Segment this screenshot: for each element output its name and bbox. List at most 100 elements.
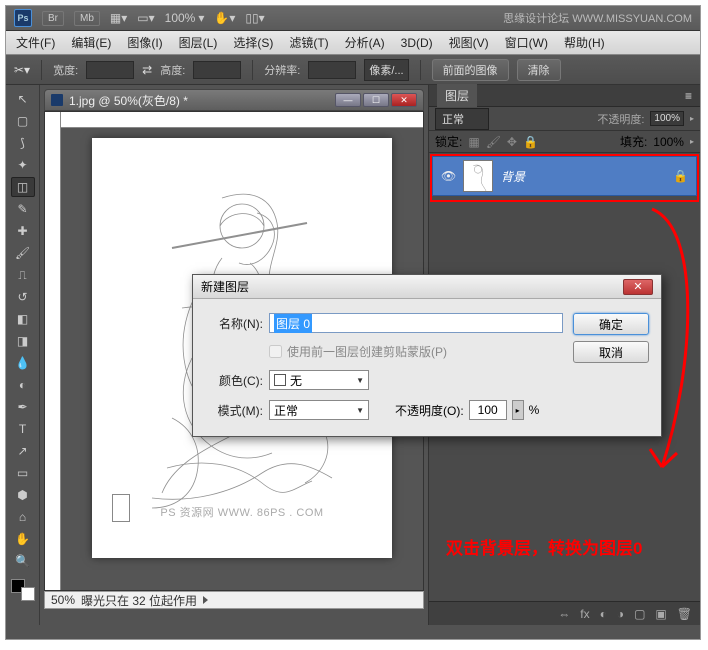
layer-row-background[interactable]: 👁 背景 🔒 (432, 156, 697, 196)
maximize-button[interactable]: ☐ (363, 93, 389, 107)
arrange-icon[interactable]: ▯▯▾ (245, 11, 264, 25)
path-tool-icon[interactable]: ↗ (11, 441, 35, 461)
screen-mode-icon[interactable]: ▭▾ (137, 11, 154, 25)
layer-thumbnail[interactable] (463, 160, 493, 192)
clip-mask-checkbox: 使用前一图层创建剪贴蒙版(P) (269, 343, 563, 360)
document-title-bar[interactable]: 1.jpg @ 50%(灰色/8) * — ☐ ✕ (44, 89, 424, 111)
lock-transparent-icon[interactable]: ▦ (468, 135, 479, 149)
adjustment-icon[interactable]: ◑ (617, 607, 624, 621)
camera-tool-icon[interactable]: ⌂ (11, 507, 35, 527)
stamp-tool-icon[interactable]: ⎍ (11, 265, 35, 285)
new-layer-dialog: 新建图层 ✕ 名称(N): 图层 0 使用前一图层创建剪贴蒙版(P) 颜色(C)… (192, 274, 662, 437)
gradient-tool-icon[interactable]: ◨ (11, 331, 35, 351)
zoom-percent[interactable]: 100% (165, 11, 196, 25)
blur-tool-icon[interactable]: 💧 (11, 353, 35, 373)
fx-icon[interactable]: fx (580, 607, 589, 621)
shape-tool-icon[interactable]: ▭ (11, 463, 35, 483)
dodge-tool-icon[interactable]: ◐ (11, 375, 35, 395)
ok-button[interactable]: 确定 (573, 313, 649, 335)
crop-tool-icon[interactable]: ✂▾ (14, 63, 30, 77)
crop-tool-icon[interactable]: ◫ (11, 177, 35, 197)
lock-position-icon[interactable]: ✥ (507, 135, 517, 149)
eraser-tool-icon[interactable]: ◧ (11, 309, 35, 329)
clear-button[interactable]: 清除 (517, 59, 561, 81)
menu-window[interactable]: 窗口(W) (499, 31, 554, 54)
panel-menu-icon[interactable]: ≡ (685, 89, 692, 103)
color-swatch[interactable] (11, 579, 35, 601)
mode-select[interactable]: 正常 (269, 400, 369, 420)
layers-tab[interactable]: 图层 (437, 84, 477, 107)
ps-logo: Ps (14, 9, 32, 27)
opacity-input[interactable]: 100 (469, 400, 507, 420)
move-tool-icon[interactable]: ↖ (11, 89, 35, 109)
watermark: PS 资源网 WWW. 86PS . COM (92, 504, 392, 520)
menu-edit[interactable]: 编辑(E) (65, 31, 117, 54)
history-brush-icon[interactable]: ↺ (11, 287, 35, 307)
height-label: 高度: (160, 62, 185, 78)
width-field[interactable] (86, 61, 134, 79)
dialog-title: 新建图层 (201, 278, 249, 295)
menu-analysis[interactable]: 分析(A) (339, 31, 391, 54)
hand-tool-icon[interactable]: ✋▾ (214, 11, 235, 25)
lasso-tool-icon[interactable]: ⟆ (11, 133, 35, 153)
folder-icon[interactable]: ▢ (634, 607, 645, 621)
status-zoom[interactable]: 50% (51, 593, 75, 607)
menu-layer[interactable]: 图层(L) (173, 31, 224, 54)
pen-tool-icon[interactable]: ✒ (11, 397, 35, 417)
trash-icon[interactable]: 🗑 (677, 607, 692, 621)
resolution-field[interactable] (308, 61, 356, 79)
close-button[interactable]: ✕ (391, 93, 417, 107)
opacity-value[interactable]: 100% (650, 111, 684, 126)
menu-view[interactable]: 视图(V) (443, 31, 495, 54)
dialog-close-button[interactable]: ✕ (623, 279, 653, 295)
height-field[interactable] (193, 61, 241, 79)
menu-filter[interactable]: 滤镜(T) (283, 31, 334, 54)
wand-tool-icon[interactable]: ✦ (11, 155, 35, 175)
minimize-button[interactable]: — (335, 93, 361, 107)
opacity-spinner[interactable]: ▸ (512, 400, 524, 420)
hand-tool-icon[interactable]: ✋ (11, 529, 35, 549)
menu-select[interactable]: 选择(S) (227, 31, 279, 54)
status-menu-icon[interactable] (203, 596, 208, 604)
background-color[interactable] (21, 587, 35, 601)
color-select[interactable]: 无 (269, 370, 369, 390)
3d-tool-icon[interactable]: ⬢ (11, 485, 35, 505)
menu-3d[interactable]: 3D(D) (395, 33, 439, 53)
photoshop-window: Ps Br Mb ▦▾ ▭▾ 100%▾ ✋▾ ▯▯▾ 思缘设计论坛 WWW.M… (5, 5, 701, 640)
mask-icon[interactable]: ◐ (600, 607, 607, 621)
panel-footer: ⇔ fx ◐ ◑ ▢ ▣ 🗑 (429, 601, 700, 625)
doc-icon (51, 94, 63, 106)
layer-name: 背景 (501, 168, 525, 185)
eyedropper-tool-icon[interactable]: ✎ (11, 199, 35, 219)
lock-icon: 🔒 (673, 169, 688, 183)
new-layer-icon[interactable]: ▣ (655, 607, 666, 621)
lock-label: 锁定: (435, 133, 462, 150)
blend-row: 正常 不透明度: 100%▸ (429, 107, 700, 131)
mini-bridge-button[interactable]: Mb (74, 11, 100, 26)
type-tool-icon[interactable]: T (11, 419, 35, 439)
lock-pixels-icon[interactable]: 🖌 (486, 135, 501, 149)
bridge-button[interactable]: Br (42, 11, 64, 26)
site-credit: 思缘设计论坛 WWW.MISSYUAN.COM (503, 10, 692, 26)
name-input[interactable]: 图层 0 (269, 313, 563, 333)
menu-file[interactable]: 文件(F) (10, 31, 61, 54)
zoom-tool-icon[interactable]: 🔍 (11, 551, 35, 571)
menu-image[interactable]: 图像(I) (121, 31, 168, 54)
link-icon[interactable]: ⇔ (558, 607, 570, 621)
lock-all-icon[interactable]: 🔒 (523, 135, 538, 149)
fill-value[interactable]: 100% (653, 135, 684, 149)
marquee-tool-icon[interactable]: ▢ (11, 111, 35, 131)
swap-icon[interactable]: ⇄ (142, 63, 152, 77)
blend-mode-select[interactable]: 正常 (435, 108, 489, 130)
unit-select[interactable]: 像素/... (364, 59, 408, 81)
dialog-title-bar[interactable]: 新建图层 ✕ (193, 275, 661, 299)
menu-help[interactable]: 帮助(H) (558, 31, 611, 54)
visibility-icon[interactable]: 👁 (441, 169, 455, 183)
toolbox: ↖ ▢ ⟆ ✦ ◫ ✎ ✚ 🖌 ⎍ ↺ ◧ ◨ 💧 ◐ ✒ T ↗ ▭ ⬢ ⌂ … (6, 85, 40, 625)
cancel-button[interactable]: 取消 (573, 341, 649, 363)
panel-header: 图层 ≡ (429, 85, 700, 107)
brush-tool-icon[interactable]: 🖌 (11, 243, 35, 263)
view-extras-icon[interactable]: ▦▾ (110, 11, 127, 25)
healing-tool-icon[interactable]: ✚ (11, 221, 35, 241)
front-image-button[interactable]: 前面的图像 (432, 59, 509, 81)
